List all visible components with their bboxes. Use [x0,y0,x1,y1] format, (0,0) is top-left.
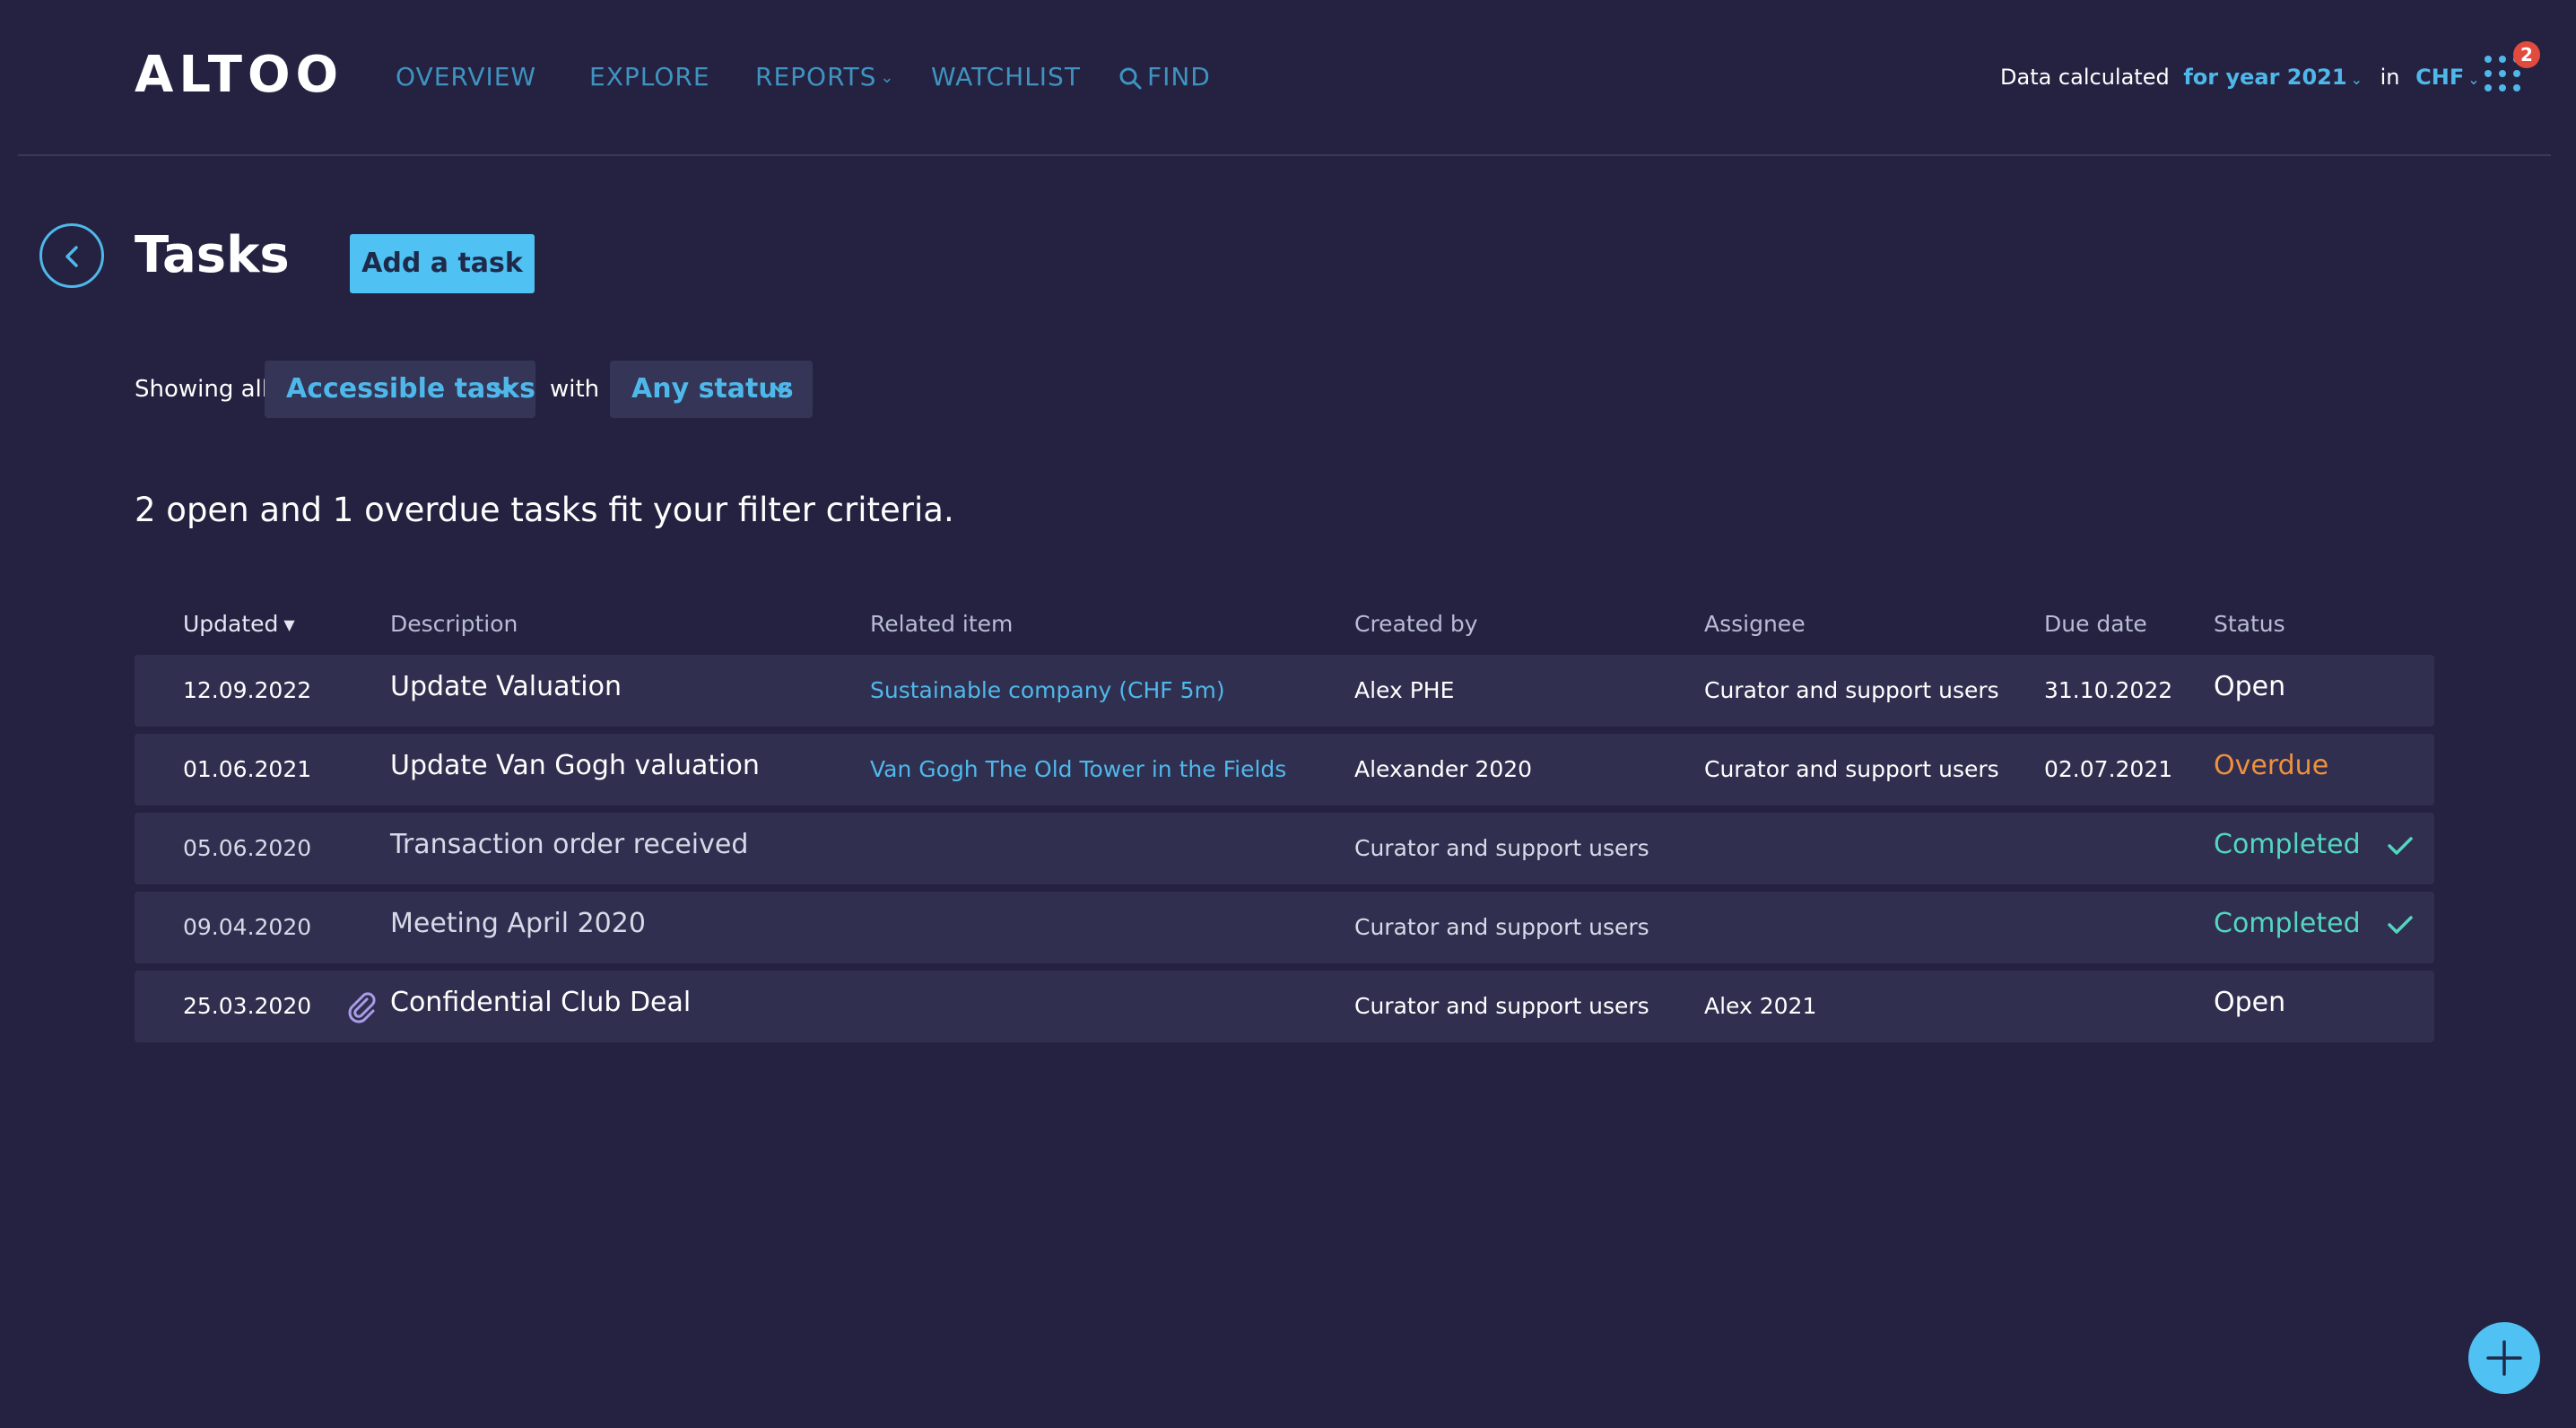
add-fab-button[interactable] [2468,1322,2540,1394]
showing-all-label: Showing all [135,376,269,403]
nav-watchlist[interactable]: WATCHLIST [931,59,1081,95]
row-status-label: Completed [2214,829,2361,860]
nav-find-label: FIND [1147,62,1211,91]
row-updated: 25.03.2020 [183,993,312,1019]
table-row[interactable]: 25.03.2020 Confidential Club Deal Curato… [135,971,2434,1042]
row-description: Transaction order received [390,829,749,860]
chevron-down-icon: ⌄ [880,68,895,87]
row-related-item-link[interactable]: Sustainable company (CHF 5m) [870,655,1225,727]
app-root: ALTOO OVERVIEW EXPLORE REPORTS ⌄ WATCHLIS… [0,0,2576,1428]
currency-selector[interactable]: CHF [2415,65,2464,90]
row-status: Completed [2214,813,2414,884]
filter-summary: 2 open and 1 overdue tasks fit your filt… [135,491,954,529]
row-due-date: 31.10.2022 [2044,677,2173,703]
table-row[interactable]: 12.09.2022 Update Valuation Sustainable … [135,655,2434,727]
row-updated: 05.06.2020 [183,835,312,861]
data-calculated-label: Data calculated [2000,65,2170,90]
row-created-by: Alex PHE [1354,677,1455,703]
tasks-table: Updated ▼ Description Related item Create… [135,599,2434,1042]
row-status: Open [2214,987,2286,1018]
nav-reports-label: REPORTS [755,62,877,91]
row-assignee: Curator and support users [1704,677,1999,703]
nav-find[interactable]: FIND [1118,59,1211,95]
nav-reports[interactable]: REPORTS ⌄ [755,59,894,96]
row-updated: 01.06.2021 [183,756,312,782]
paperclip-icon[interactable] [344,988,379,1024]
row-description: Confidential Club Deal [390,987,692,1018]
row-status-label: Completed [2214,908,2361,939]
chevron-down-icon [772,384,790,395]
table-row[interactable]: 01.06.2021 Update Van Gogh valuation Van… [135,734,2434,805]
column-related-item: Related item [870,611,1014,637]
row-assignee: Alex 2021 [1704,993,1817,1019]
table-row[interactable]: 05.06.2020 Transaction order received Cu… [135,813,2434,884]
back-button[interactable] [39,223,104,288]
page-title: Tasks [135,226,290,284]
row-status: Completed [2214,892,2414,963]
search-icon [1119,67,1142,90]
row-created-by: Curator and support users [1354,993,1649,1019]
column-due-date: Due date [2044,611,2147,637]
plus-icon [2486,1340,2522,1376]
row-description: Meeting April 2020 [390,908,646,939]
checkmark-icon [2388,836,2413,855]
data-calculated-selector: Data calculated for year 2021 ⌄ in CHF ⌄ [2000,59,2485,95]
altoo-logo[interactable]: ALTOO [135,48,344,102]
task-scope-dropdown[interactable]: Accessible tasks [265,361,535,418]
sort-desc-icon: ▼ [283,616,295,633]
year-selector[interactable]: for year 2021 [2183,65,2346,90]
status-filter-value: Any status [631,373,794,405]
chevron-down-icon[interactable]: ⌄ [2351,71,2363,88]
chevron-down-icon [493,384,511,395]
column-description: Description [390,611,518,637]
top-navigation-bar: ALTOO OVERVIEW EXPLORE REPORTS ⌄ WATCHLIS… [18,0,2551,156]
add-task-button[interactable]: Add a task [350,234,535,293]
in-label: in [2380,65,2400,90]
checkmark-icon [2388,915,2413,934]
column-updated[interactable]: Updated ▼ [183,599,295,650]
table-header: Updated ▼ Description Related item Create… [135,599,2434,649]
column-created-by: Created by [1354,611,1478,637]
notification-badge: 2 [2513,41,2540,68]
row-updated: 12.09.2022 [183,677,312,703]
nav-overview[interactable]: OVERVIEW [396,59,536,95]
row-status: Open [2214,671,2286,702]
status-dropdown[interactable]: Any status [610,361,813,418]
column-status: Status [2214,611,2285,637]
row-description: Update Van Gogh valuation [390,750,760,781]
row-due-date: 02.07.2021 [2044,756,2173,782]
row-created-by: Curator and support users [1354,914,1649,940]
row-created-by: Alexander 2020 [1354,756,1533,782]
column-assignee: Assignee [1704,611,1806,637]
row-created-by: Curator and support users [1354,835,1649,861]
chevron-left-icon [65,246,78,267]
with-label: with [550,376,600,403]
row-related-item-link[interactable]: Van Gogh The Old Tower in the Fields [870,734,1286,805]
table-row[interactable]: 09.04.2020 Meeting April 2020 Curator an… [135,892,2434,963]
nav-explore[interactable]: EXPLORE [589,59,710,95]
column-updated-label: Updated [183,611,279,637]
row-updated: 09.04.2020 [183,914,312,940]
row-assignee: Curator and support users [1704,756,1999,782]
row-status: Overdue [2214,750,2329,781]
row-description: Update Valuation [390,671,622,702]
